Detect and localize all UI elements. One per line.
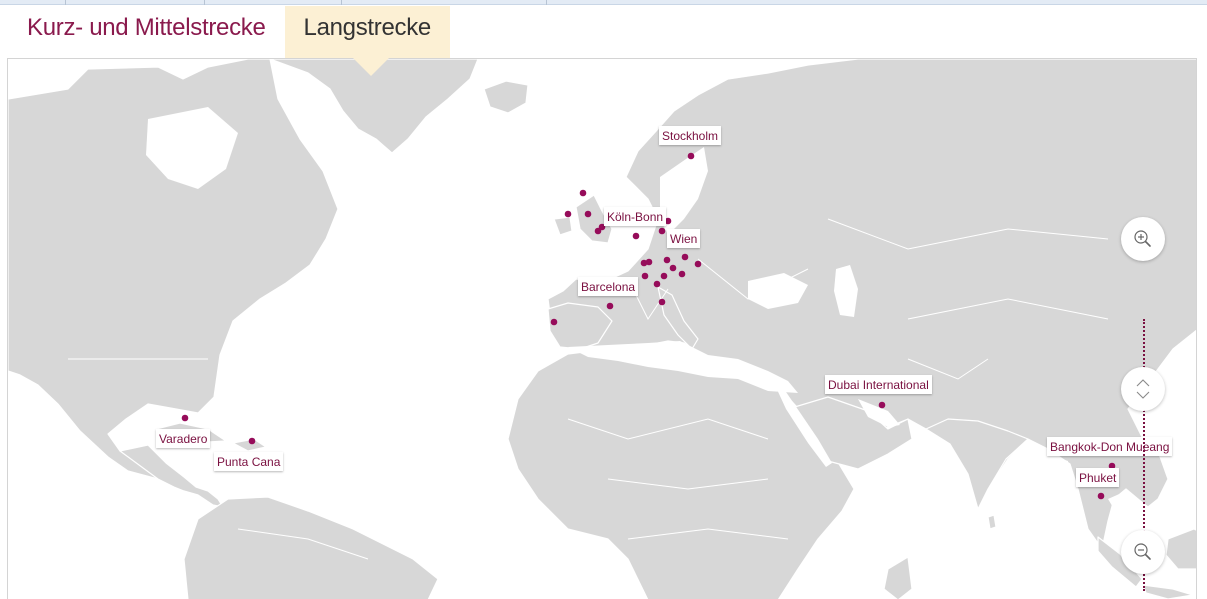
city-marker[interactable] — [641, 272, 649, 280]
land-south-america — [183, 496, 439, 599]
route-tabs: Kurz- und Mittelstrecke Langstrecke — [8, 6, 450, 76]
city-marker[interactable] — [594, 227, 602, 235]
city-marker[interactable] — [663, 256, 671, 264]
marker-barcelona[interactable] — [606, 302, 614, 310]
city-marker[interactable] — [653, 280, 661, 288]
land-iceland — [483, 80, 529, 114]
zoom-out-icon — [1134, 543, 1151, 560]
city-label-dubai-international[interactable]: Dubai International — [825, 375, 932, 394]
world-map — [8, 59, 1196, 599]
city-label-stockholm[interactable]: Stockholm — [659, 126, 722, 145]
land-java — [1142, 584, 1194, 599]
city-marker[interactable] — [658, 298, 666, 306]
strip-divider — [204, 0, 205, 5]
browser-top-strip — [0, 0, 1207, 5]
city-marker[interactable] — [564, 210, 572, 218]
zoom-in-button[interactable] — [1121, 217, 1165, 261]
strip-divider — [341, 0, 342, 5]
strip-divider — [65, 0, 66, 5]
land-central-america — [119, 444, 224, 508]
city-marker[interactable] — [678, 270, 686, 278]
city-marker[interactable] — [550, 318, 558, 326]
zoom-in-icon — [1134, 230, 1151, 247]
marker-koeln-bonn[interactable] — [632, 232, 640, 240]
pan-up-down-icon — [1136, 379, 1150, 399]
strip-divider — [546, 0, 547, 5]
tab-long-haul[interactable]: Langstrecke — [284, 6, 450, 76]
city-label-phuket[interactable]: Phuket — [1076, 468, 1120, 487]
city-marker[interactable] — [658, 227, 666, 235]
city-marker[interactable] — [660, 272, 668, 280]
marker-punta-cana[interactable] — [248, 437, 256, 445]
city-marker[interactable] — [584, 210, 592, 218]
city-label-barcelona[interactable]: Barcelona — [578, 277, 639, 296]
city-marker[interactable] — [669, 264, 677, 272]
city-label-wien[interactable]: Wien — [667, 229, 701, 248]
city-label-punta-cana[interactable]: Punta Cana — [214, 452, 284, 471]
marker-dubai-international[interactable] — [878, 401, 886, 409]
city-marker[interactable] — [694, 260, 702, 268]
city-label-bangkok-don-mueang[interactable]: Bangkok-Don Mueang — [1047, 437, 1173, 456]
land-borneo — [1165, 528, 1196, 570]
marker-phuket[interactable] — [1097, 492, 1105, 500]
marker-wien[interactable] — [681, 253, 689, 261]
tab-short-medium-haul[interactable]: Kurz- und Mittelstrecke — [8, 6, 285, 58]
route-map[interactable]: Stockholm Köln-Bonn Wien Barcelona Dubai… — [7, 58, 1197, 599]
marker-varadero[interactable] — [181, 414, 189, 422]
city-label-koeln-bonn[interactable]: Köln-Bonn — [604, 207, 667, 226]
land-madagascar — [883, 556, 913, 599]
water-bay-of-bengal — [1008, 451, 1072, 529]
land-sri-lanka — [987, 514, 997, 530]
city-marker[interactable] — [645, 258, 653, 266]
zoom-out-button[interactable] — [1121, 530, 1165, 574]
land-ireland — [553, 216, 573, 236]
pan-button[interactable] — [1121, 367, 1165, 411]
city-marker[interactable] — [579, 189, 587, 197]
marker-stockholm[interactable] — [687, 152, 695, 160]
city-label-varadero[interactable]: Varadero — [156, 429, 211, 448]
